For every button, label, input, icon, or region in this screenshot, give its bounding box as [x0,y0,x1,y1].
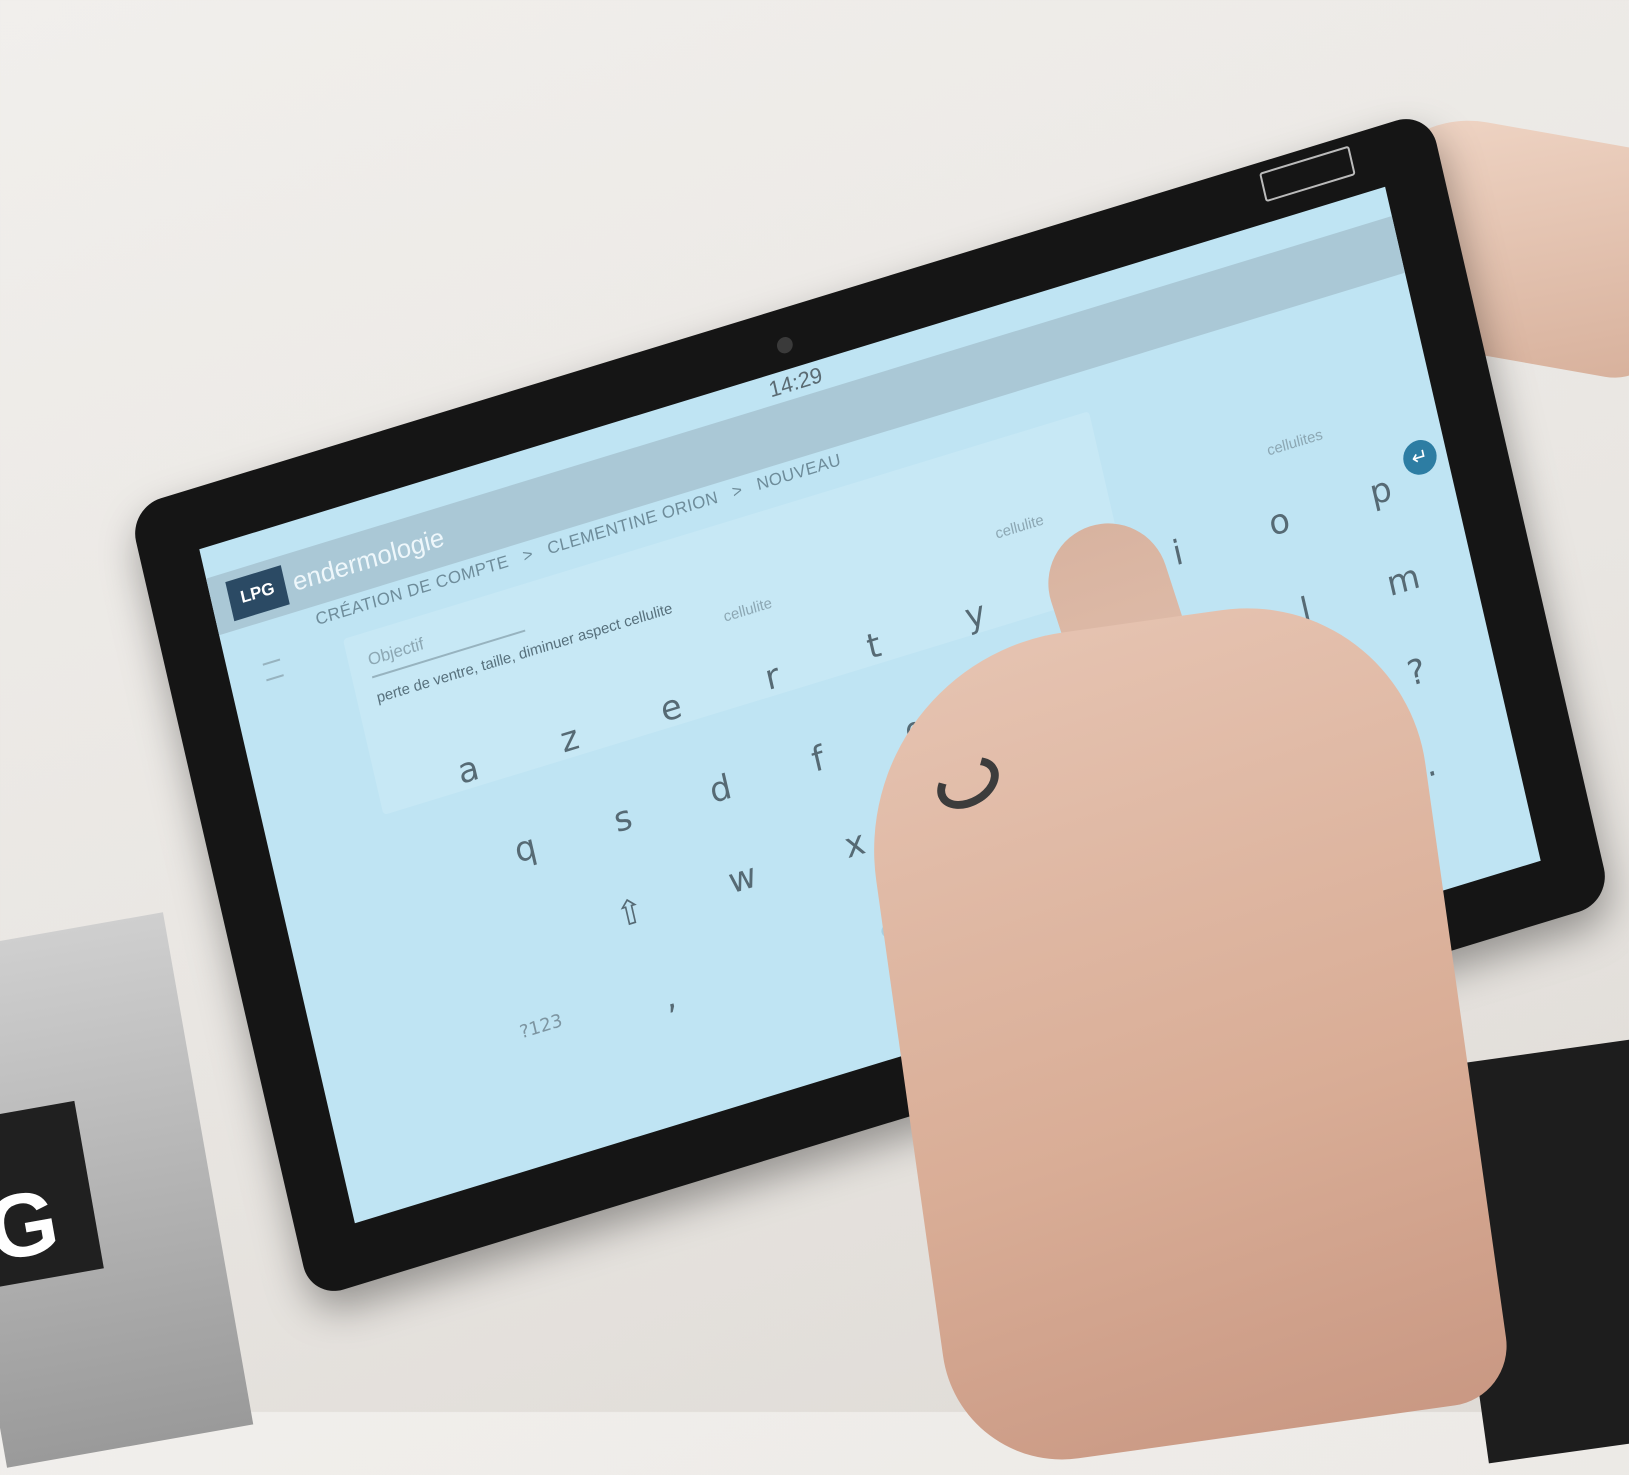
comma-key[interactable]: , [602,958,738,1036]
breadcrumb-separator: > [520,544,536,566]
numbers-key[interactable]: ?123 [475,997,611,1075]
key-w[interactable]: w [682,842,803,915]
camera-icon [775,335,795,356]
logo-icon: LPG [225,565,290,622]
photo-scene: G 14:29 LPG endermologie CRÉATION DE COM… [0,0,1629,1475]
tablet-brand-badge [1259,145,1356,203]
menu-icon[interactable] [262,658,284,682]
breadcrumb-separator: > [730,480,745,502]
key-f[interactable]: f [765,725,872,794]
suggestion-item[interactable]: cellulites [1265,426,1329,482]
objective-label: Objectif [366,634,426,670]
key-p[interactable]: p [1326,456,1436,526]
key-m[interactable]: m [1350,546,1457,615]
key-d[interactable]: d [667,755,774,824]
key-q[interactable]: q [472,815,579,884]
key-o[interactable]: o [1224,487,1334,557]
key-s[interactable]: s [570,785,677,854]
shift-icon[interactable]: ⇧ [569,877,690,950]
